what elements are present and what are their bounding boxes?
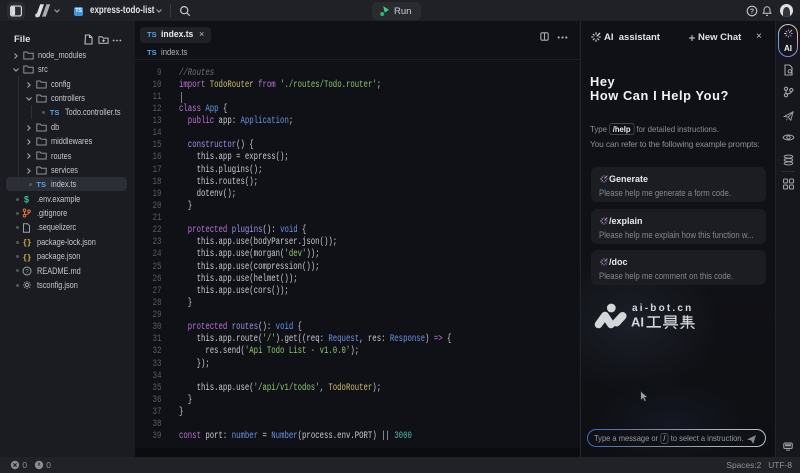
svg-text:AI: AI: [631, 315, 644, 330]
svg-text:{}: {}: [23, 237, 32, 247]
svg-text:$: $: [24, 195, 29, 205]
svg-text:?: ?: [25, 268, 29, 275]
svg-text:{}: {}: [23, 252, 32, 262]
svg-text:?: ?: [750, 8, 754, 15]
